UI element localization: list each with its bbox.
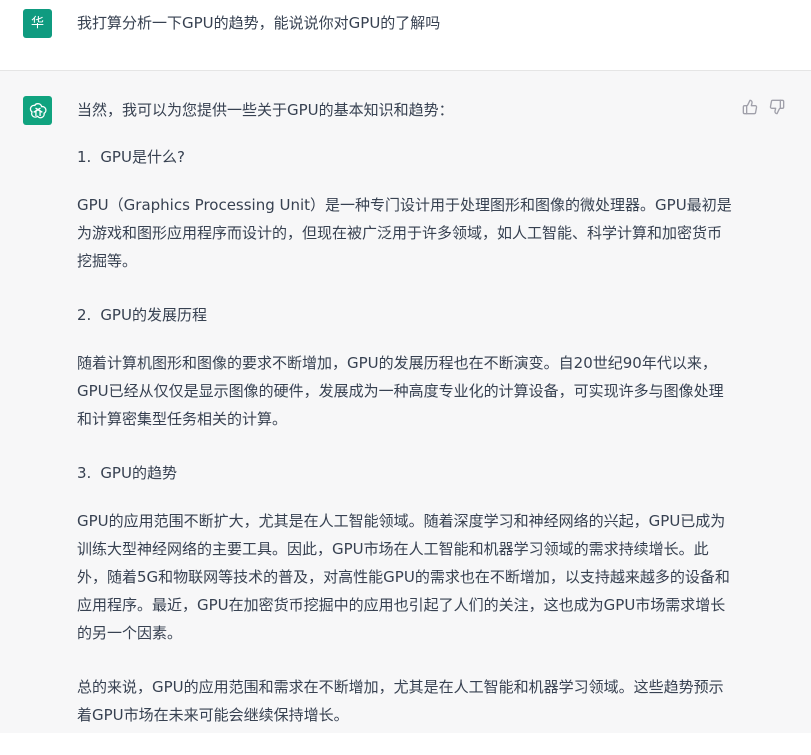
section-heading: 3. GPU的趋势	[77, 459, 733, 487]
section-paragraph: 总的来说，GPU的应用范围和需求在不断增加，尤其是在人工智能和机器学习领域。这些…	[77, 678, 724, 724]
user-message-text: 我打算分析一下GPU的趋势，能说说你对GPU的了解吗	[77, 14, 441, 32]
thumbs-up-icon[interactable]	[742, 99, 758, 115]
section-number: 1.	[77, 148, 92, 166]
section-heading: 2. GPU的发展历程	[77, 301, 733, 329]
thumbs-down-icon[interactable]	[769, 99, 785, 115]
user-message-row: 华 我打算分析一下GPU的趋势，能说说你对GPU的了解吗	[0, 0, 811, 71]
section-number: 3.	[77, 464, 92, 482]
user-avatar: 华	[23, 9, 52, 38]
section-title: GPU的趋势	[100, 464, 177, 482]
section-number: 2.	[77, 306, 92, 324]
assistant-message-content: 当然，我可以为您提供一些关于GPU的基本知识和趋势： 1. GPU是什么? GPU…	[77, 96, 733, 755]
assistant-avatar	[23, 96, 52, 125]
section-paragraph: GPU（Graphics Processing Unit）是一种专门设计用于处理…	[77, 196, 732, 270]
assistant-message-row: 当然，我可以为您提供一些关于GPU的基本知识和趋势： 1. GPU是什么? GPU…	[0, 71, 811, 733]
section-paragraph: GPU的应用范围不断扩大，尤其是在人工智能领域。随着深度学习和神经网络的兴起，G…	[77, 512, 730, 642]
section-heading: 1. GPU是什么?	[77, 143, 733, 171]
section-paragraph: 随着计算机图形和图像的要求不断增加，GPU的发展历程也在不断演变。自20世纪90…	[77, 354, 724, 428]
assistant-intro: 当然，我可以为您提供一些关于GPU的基本知识和趋势：	[77, 101, 454, 119]
section-title: GPU是什么?	[100, 148, 185, 166]
openai-logo-icon	[29, 102, 47, 118]
section-title: GPU的发展历程	[100, 306, 207, 324]
feedback-buttons	[742, 99, 785, 115]
